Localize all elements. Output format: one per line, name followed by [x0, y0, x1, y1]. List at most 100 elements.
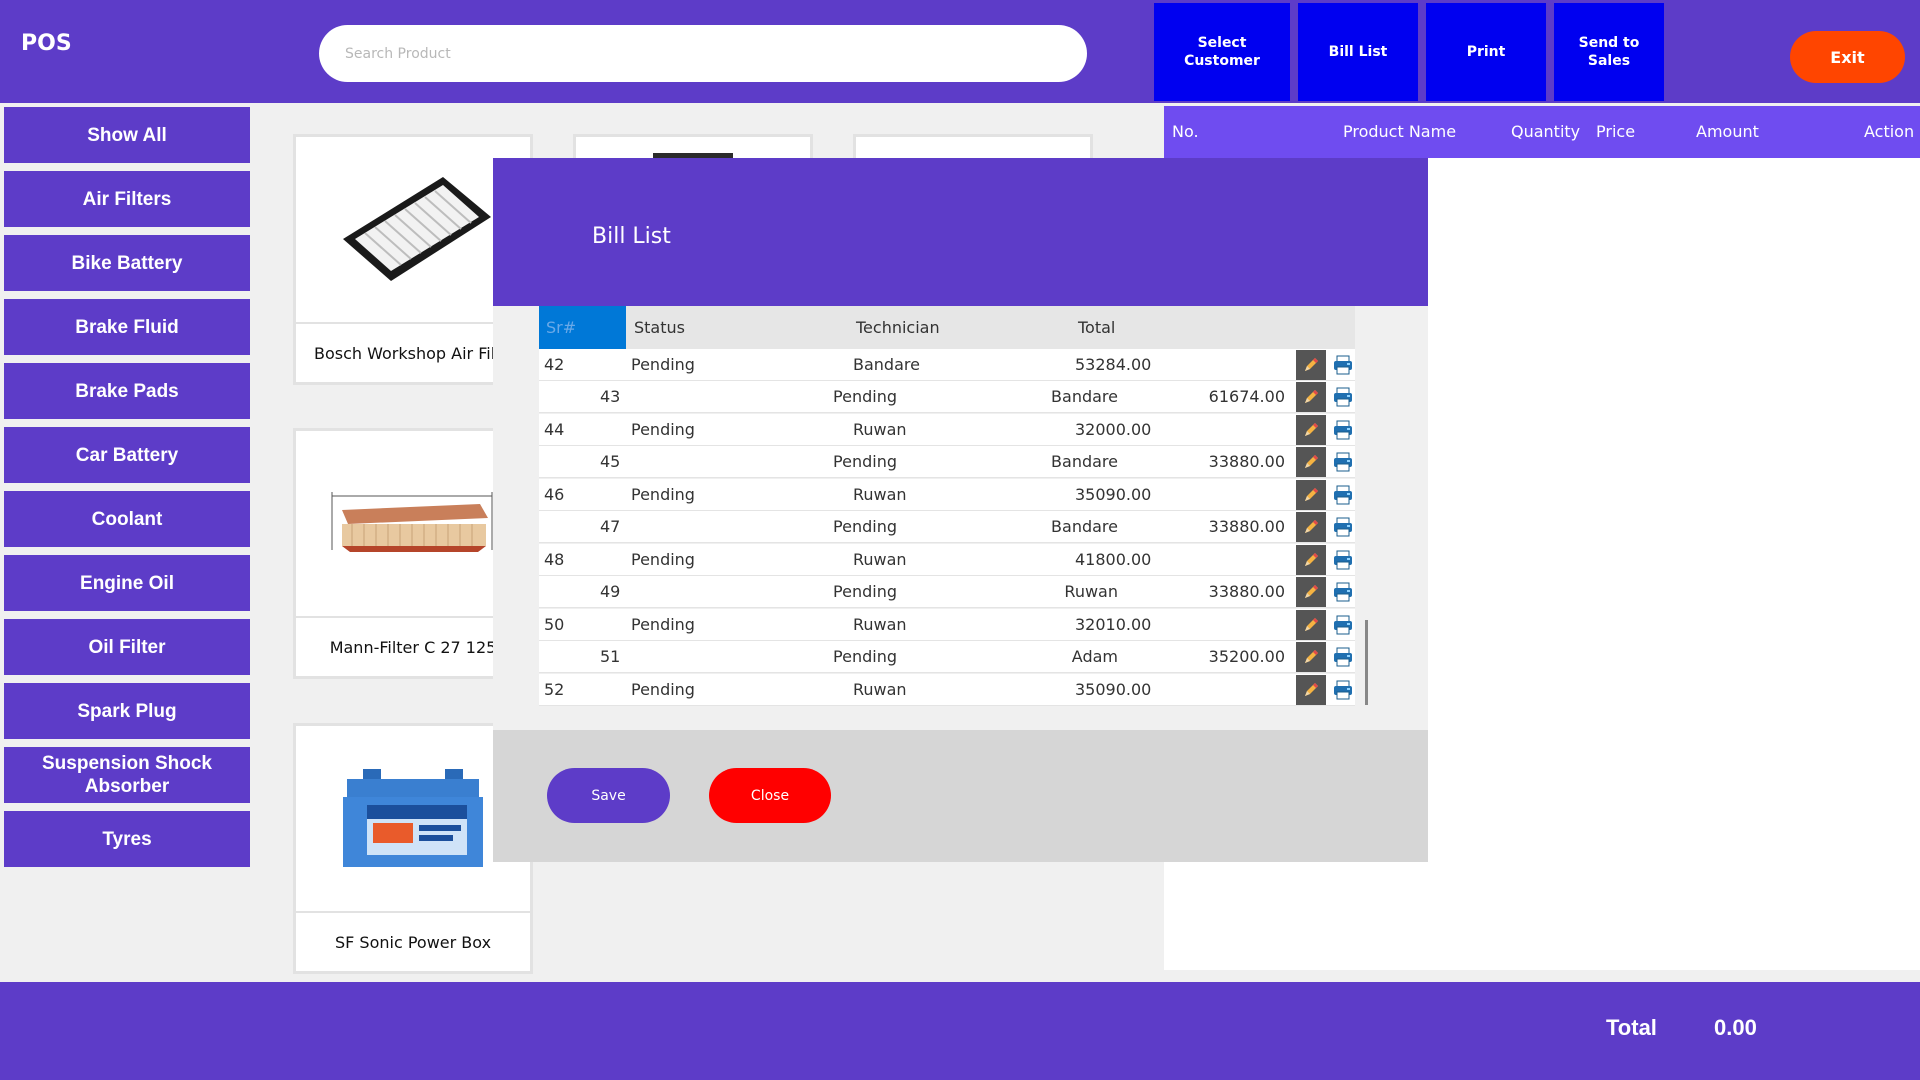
exit-button[interactable]: Exit [1790, 31, 1905, 83]
table-row[interactable]: 44 Pending Ruwan 32000.00 [539, 414, 1355, 446]
row-technician: Ruwan [853, 615, 907, 634]
cart-col-price: Price [1596, 122, 1636, 141]
row-technician: Ruwan [853, 420, 907, 439]
row-sr: 48 [544, 550, 565, 569]
category-car-battery[interactable]: Car Battery [4, 427, 250, 483]
row-total: 32000.00 [1075, 420, 1152, 439]
print-icon[interactable] [1331, 677, 1355, 703]
category-coolant[interactable]: Coolant [4, 491, 250, 547]
table-row[interactable]: 42 Pending Bandare 53284.00 [539, 349, 1355, 381]
row-status: Pending [833, 387, 897, 406]
print-icon[interactable] [1331, 352, 1355, 378]
search-input[interactable] [319, 25, 1087, 82]
product-name: SF Sonic Power Box [296, 911, 530, 971]
category-bike-battery[interactable]: Bike Battery [4, 235, 250, 291]
category-brake-pads[interactable]: Brake Pads [4, 363, 250, 419]
table-row[interactable]: 43 Pending Bandare 61674.00 [539, 381, 1355, 413]
print-icon[interactable] [1331, 644, 1355, 670]
table-row[interactable]: 50 Pending Ruwan 32010.00 [539, 609, 1355, 641]
grid-col-total[interactable]: Total [1078, 318, 1115, 337]
edit-icon[interactable] [1296, 447, 1326, 477]
edit-icon[interactable] [1296, 577, 1326, 607]
table-row[interactable]: 49 Pending Ruwan 33880.00 [539, 576, 1355, 608]
print-icon[interactable] [1331, 579, 1355, 605]
row-sr: 44 [544, 420, 565, 439]
row-total: 33880.00 [1208, 452, 1285, 471]
row-status: Pending [631, 680, 695, 699]
grid-scrollbar[interactable] [1365, 620, 1368, 705]
cart-col-action: Action [1864, 122, 1915, 141]
edit-icon[interactable] [1296, 545, 1326, 575]
row-status: Pending [833, 582, 897, 601]
table-row[interactable]: 52 Pending Ruwan 35090.00 [539, 674, 1355, 706]
row-status: Pending [631, 550, 695, 569]
grid-col-sr[interactable]: Sr# [539, 306, 626, 349]
table-row[interactable]: 46 Pending Ruwan 35090.00 [539, 479, 1355, 511]
row-status: Pending [631, 420, 695, 439]
print-icon[interactable] [1331, 547, 1355, 573]
edit-icon[interactable] [1296, 382, 1326, 412]
category-spark-plug[interactable]: Spark Plug [4, 683, 250, 739]
row-technician: Ruwan [1064, 582, 1118, 601]
bill-list-grid: Sr# Status Technician Total 42 Pending B… [539, 306, 1355, 723]
print-button[interactable]: Print [1426, 3, 1546, 101]
row-total: 61674.00 [1208, 387, 1285, 406]
row-total: 32010.00 [1075, 615, 1152, 634]
edit-icon[interactable] [1296, 642, 1326, 672]
category-brake-fluid[interactable]: Brake Fluid [4, 299, 250, 355]
row-total: 33880.00 [1208, 517, 1285, 536]
total-label: Total [1606, 1015, 1657, 1040]
row-total: 41800.00 [1075, 550, 1152, 569]
print-icon[interactable] [1331, 482, 1355, 508]
row-total: 33880.00 [1208, 582, 1285, 601]
category-air-filters[interactable]: Air Filters [4, 171, 250, 227]
table-row[interactable]: 45 Pending Bandare 33880.00 [539, 446, 1355, 478]
row-technician: Adam [1071, 647, 1118, 666]
row-technician: Bandare [1051, 387, 1118, 406]
category-tyres[interactable]: Tyres [4, 811, 250, 867]
print-icon[interactable] [1331, 612, 1355, 638]
table-row[interactable]: 48 Pending Ruwan 41800.00 [539, 544, 1355, 576]
bill-list-modal: Bill List Sr# Status Technician Total 42… [493, 158, 1428, 862]
edit-icon[interactable] [1296, 610, 1326, 640]
print-icon[interactable] [1331, 449, 1355, 475]
category-suspension-shock-absorber[interactable]: Suspension Shock Absorber [4, 747, 250, 803]
row-technician: Ruwan [853, 550, 907, 569]
row-total: 35090.00 [1075, 680, 1152, 699]
cart-col-no: No. [1172, 122, 1199, 141]
edit-icon[interactable] [1296, 512, 1326, 542]
row-technician: Bandare [1051, 452, 1118, 471]
print-icon[interactable] [1331, 417, 1355, 443]
category-oil-filter[interactable]: Oil Filter [4, 619, 250, 675]
edit-icon[interactable] [1296, 480, 1326, 510]
table-row[interactable]: 47 Pending Bandare 33880.00 [539, 511, 1355, 543]
app-title: POS [21, 31, 72, 56]
modal-title: Bill List [592, 224, 671, 249]
category-show-all[interactable]: Show All [4, 107, 250, 163]
grid-col-status[interactable]: Status [634, 318, 685, 337]
edit-icon[interactable] [1296, 350, 1326, 380]
row-sr: 51 [600, 647, 621, 666]
row-sr: 52 [544, 680, 565, 699]
grid-header: Sr# Status Technician Total [539, 306, 1355, 349]
edit-icon[interactable] [1296, 415, 1326, 445]
category-engine-oil[interactable]: Engine Oil [4, 555, 250, 611]
save-button[interactable]: Save [547, 768, 670, 823]
edit-icon[interactable] [1296, 675, 1326, 705]
row-status: Pending [833, 647, 897, 666]
row-sr: 42 [544, 355, 565, 374]
table-row[interactable]: 51 Pending Adam 35200.00 [539, 641, 1355, 673]
close-button[interactable]: Close [709, 768, 831, 823]
send-to-sales-button[interactable]: Send to Sales [1554, 3, 1664, 101]
print-icon[interactable] [1331, 514, 1355, 540]
row-status: Pending [833, 517, 897, 536]
select-customer-button[interactable]: Select Customer [1154, 3, 1290, 101]
row-sr: 46 [544, 485, 565, 504]
print-icon[interactable] [1331, 384, 1355, 410]
grid-col-technician[interactable]: Technician [856, 318, 940, 337]
row-sr: 50 [544, 615, 565, 634]
row-status: Pending [833, 452, 897, 471]
row-technician: Bandare [853, 355, 920, 374]
bill-list-button[interactable]: Bill List [1298, 3, 1418, 101]
row-status: Pending [631, 485, 695, 504]
